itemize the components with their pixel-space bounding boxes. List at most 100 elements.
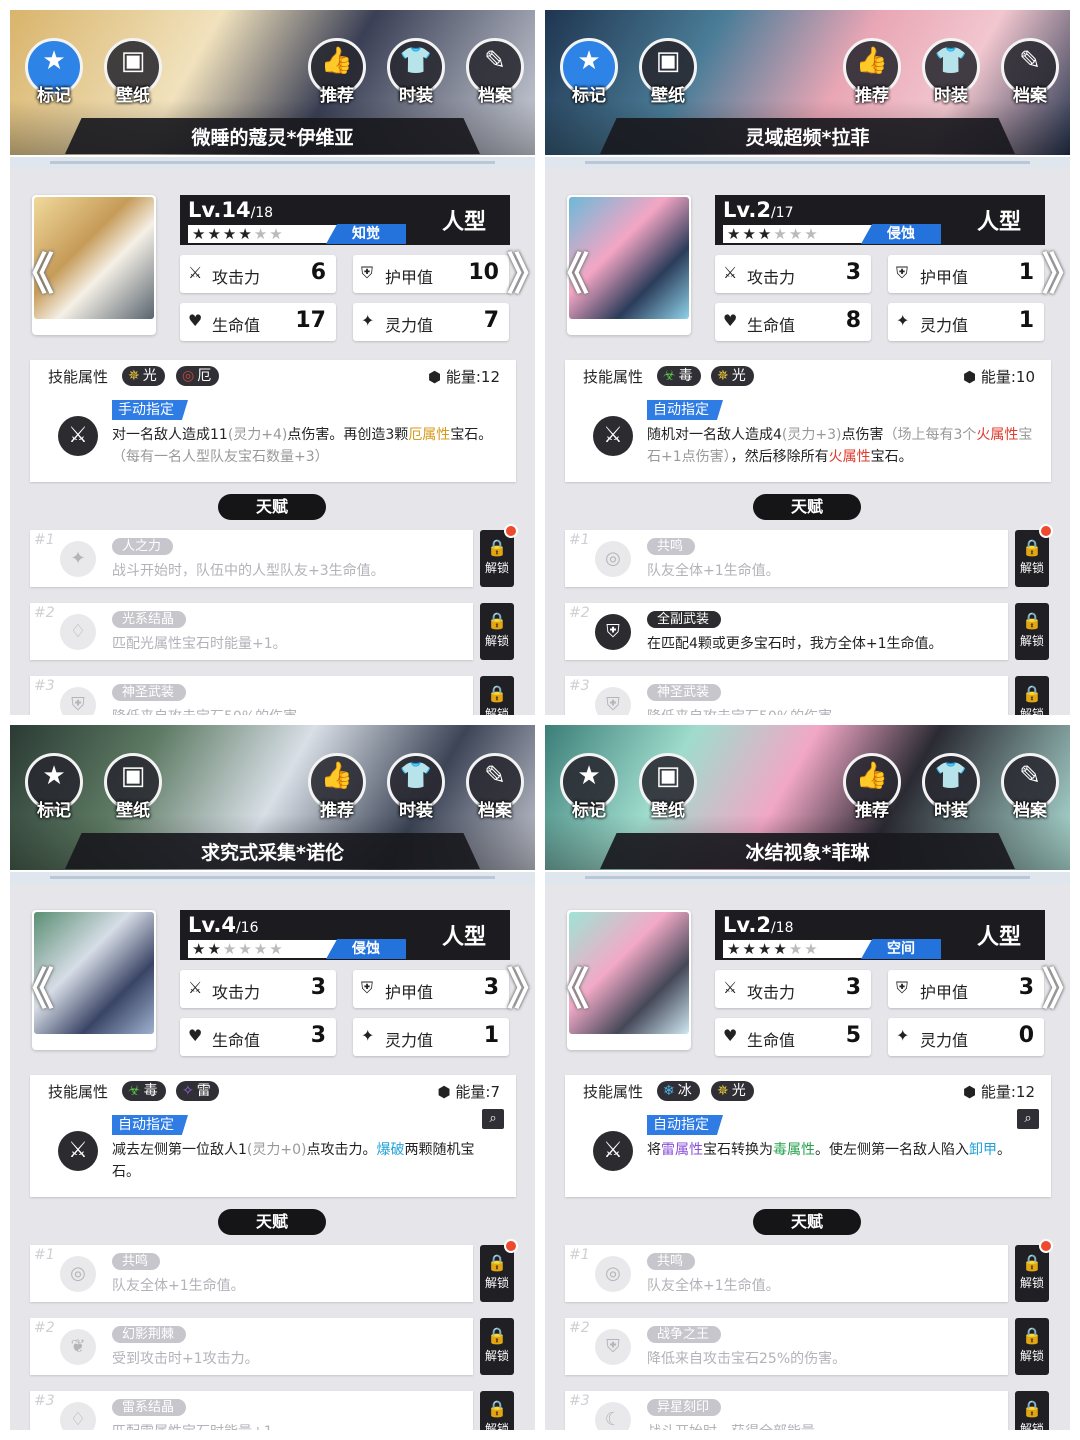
talent-row[interactable]: #1 ◎ 共鸣 队友全体+1生命值。 xyxy=(565,530,1008,587)
prev-character-arrow[interactable]: 《 xyxy=(10,250,54,300)
stat-label: 护甲值 xyxy=(385,983,434,1002)
star-empty-icon: ★ xyxy=(253,940,270,958)
shirt-icon: 👕 xyxy=(399,46,433,76)
star-rating: ★★★★★★ xyxy=(723,940,873,958)
heart-icon: ♥ xyxy=(723,1026,738,1045)
unlock-button[interactable]: 🔒 解锁 xyxy=(480,1245,514,1302)
document-button[interactable]: ✎ 档案 xyxy=(466,753,524,821)
skill-description-segment: (灵力+0) xyxy=(246,1142,307,1158)
image-button[interactable]: ▣ 壁纸 xyxy=(639,753,697,821)
thumbs-up-button[interactable]: 👍 推荐 xyxy=(308,753,366,821)
magnifier-icon[interactable]: ⌕ xyxy=(482,1109,504,1129)
header-button-label: 推荐 xyxy=(855,86,889,106)
header-button-label: 壁纸 xyxy=(116,86,150,106)
shirt-icon: 👕 xyxy=(934,46,968,76)
image-button[interactable]: ▣ 壁纸 xyxy=(104,753,162,821)
sword-icon: ⚔ xyxy=(723,978,738,997)
stat-label: 护甲值 xyxy=(920,268,969,287)
talent-number: #1 xyxy=(569,532,590,548)
next-character-arrow[interactable]: 》 xyxy=(1042,965,1070,1015)
thumbs-up-button[interactable]: 👍 推荐 xyxy=(843,38,901,106)
thumbs-up-button[interactable]: 👍 推荐 xyxy=(308,38,366,106)
unlock-button[interactable]: 🔒 解锁 xyxy=(1015,603,1049,660)
talent-row[interactable]: #3 ☾ 异星刻印战斗开始时，获得全部能量。 xyxy=(565,1391,1008,1430)
talent-description: 受到攻击时+1攻击力。 xyxy=(112,1351,259,1367)
stat-attack: ⚔ 攻击力 3 xyxy=(180,970,336,1008)
talent-row[interactable]: #3 ⛨ 神圣武装降低来自攻击宝石50%的伤害。 xyxy=(565,676,1008,715)
energy-value: 12 xyxy=(480,368,500,386)
next-character-arrow[interactable]: 》 xyxy=(1042,250,1070,300)
unlock-label: 解锁 xyxy=(1019,634,1044,648)
unlock-button[interactable]: 🔒 解锁 xyxy=(480,530,514,587)
level-max: /17 xyxy=(770,205,794,221)
unlock-button[interactable]: 🔒 解锁 xyxy=(480,603,514,660)
character-banner: ★ 标记 ▣ 壁纸 👍 推荐 👕 时装 ✎ 档案 求究式采集*诺伦 xyxy=(10,725,535,875)
document-button[interactable]: ✎ 档案 xyxy=(1001,753,1059,821)
prev-character-arrow[interactable]: 《 xyxy=(545,250,589,300)
energy-value: 10 xyxy=(1015,368,1035,386)
class-tag: 侵蚀 xyxy=(326,939,406,959)
talent-row[interactable]: #1 ✦ 人之力 战斗开始时，队伍中的人型队友+3生命值。 xyxy=(30,530,473,587)
thorn-icon: ❦ xyxy=(60,1329,96,1365)
header-button-label: 档案 xyxy=(1013,801,1047,821)
talent-row[interactable]: #2 ⛨ 全副武装 在匹配4颗或更多宝石时，我方全体+1生命值。 xyxy=(565,603,1008,660)
unlock-button[interactable]: 🔒 解锁 xyxy=(480,1391,514,1430)
magnifier-icon[interactable]: ⌕ xyxy=(1017,1109,1039,1129)
unlock-button[interactable]: 🔒 解锁 xyxy=(1015,676,1049,715)
talent-row[interactable]: #1 ◎ 共鸣 队友全体+1生命值。 xyxy=(565,1245,1008,1302)
unlock-button[interactable]: 🔒 解锁 xyxy=(1015,1318,1049,1375)
shirt-icon: 👕 xyxy=(399,761,433,791)
header-button-label: 标记 xyxy=(572,801,606,821)
stat-value: 10 xyxy=(468,260,499,285)
stat-spirit: ✦ 灵力值 1 xyxy=(888,303,1044,341)
talent-row[interactable]: #3 ⛨ 神圣武装降低来自攻击宝石50%的伤害。 xyxy=(30,676,473,715)
unlock-button[interactable]: 🔒 解锁 xyxy=(480,676,514,715)
talent-row[interactable]: #3 ♢ 雷系结晶匹配雷属性宝石时能量+1。 xyxy=(30,1391,473,1430)
unlock-button[interactable]: 🔒 解锁 xyxy=(1015,1245,1049,1302)
prev-character-arrow[interactable]: 《 xyxy=(10,965,54,1015)
talent-row[interactable]: #2 ⛨ 战争之王 降低来自攻击宝石25%的伤害。 xyxy=(565,1318,1008,1375)
unlock-button[interactable]: 🔒 解锁 xyxy=(480,1318,514,1375)
shirt-button[interactable]: 👕 时装 xyxy=(922,38,980,106)
talent-row[interactable]: #2 ♢ 光系结晶 匹配光属性宝石时能量+1。 xyxy=(30,603,473,660)
talent-description: 匹配雷属性宝石时能量+1。 xyxy=(112,1421,287,1430)
stat-value: 1 xyxy=(1018,260,1034,285)
talent-name: 战争之王 xyxy=(647,1326,722,1343)
sparkle-icon: ✦ xyxy=(896,311,910,330)
mark-button[interactable]: ★ 标记 xyxy=(560,38,618,106)
talent-description: 降低来自攻击宝石25%的伤害。 xyxy=(647,1351,847,1367)
next-character-arrow[interactable]: 》 xyxy=(507,250,535,300)
skill-description-segment: 宝石转换为 xyxy=(703,1142,773,1158)
star-filled-icon: ★ xyxy=(742,225,758,243)
mark-button[interactable]: ★ 标记 xyxy=(560,753,618,821)
unlock-button[interactable]: 🔒 解锁 xyxy=(1015,1391,1049,1430)
stat-attack: ⚔ 攻击力 3 xyxy=(715,970,871,1008)
image-button[interactable]: ▣ 壁纸 xyxy=(639,38,697,106)
image-button[interactable]: ▣ 壁纸 xyxy=(104,38,162,106)
talent-row[interactable]: #2 ❦ 幻影荆棘 受到攻击时+1攻击力。 xyxy=(30,1318,473,1375)
element-chip: ❄ 冰 xyxy=(657,1081,700,1101)
stat-label: 攻击力 xyxy=(747,983,796,1002)
talent-number: #1 xyxy=(34,1247,55,1263)
mark-button[interactable]: ★ 标记 xyxy=(25,38,83,106)
mark-button[interactable]: ★ 标记 xyxy=(25,753,83,821)
next-character-arrow[interactable]: 》 xyxy=(507,965,535,1015)
shirt-button[interactable]: 👕 时装 xyxy=(387,38,445,106)
shirt-button[interactable]: 👕 时装 xyxy=(922,753,980,821)
thumbs-up-button[interactable]: 👍 推荐 xyxy=(843,753,901,821)
talent-row[interactable]: #1 ◎ 共鸣 队友全体+1生命值。 xyxy=(30,1245,473,1302)
star-empty-icon: ★ xyxy=(238,940,254,958)
stat-value: 17 xyxy=(295,308,326,333)
skill-description-segment: 厄属性 xyxy=(408,427,451,443)
unlock-button[interactable]: 🔒 解锁 xyxy=(1015,530,1049,587)
document-button[interactable]: ✎ 档案 xyxy=(466,38,524,106)
document-button[interactable]: ✎ 档案 xyxy=(1001,38,1059,106)
stat-label: 生命值 xyxy=(212,316,261,335)
skill-description-segment: （场上每有3个 xyxy=(883,427,977,443)
prev-character-arrow[interactable]: 《 xyxy=(545,965,589,1015)
shirt-button[interactable]: 👕 时装 xyxy=(387,753,445,821)
lock-icon: 🔒 xyxy=(487,1326,507,1345)
talent-name: 神圣武装 xyxy=(647,684,722,701)
lock-icon: 🔒 xyxy=(1022,1399,1042,1418)
image-icon: ▣ xyxy=(655,46,681,76)
